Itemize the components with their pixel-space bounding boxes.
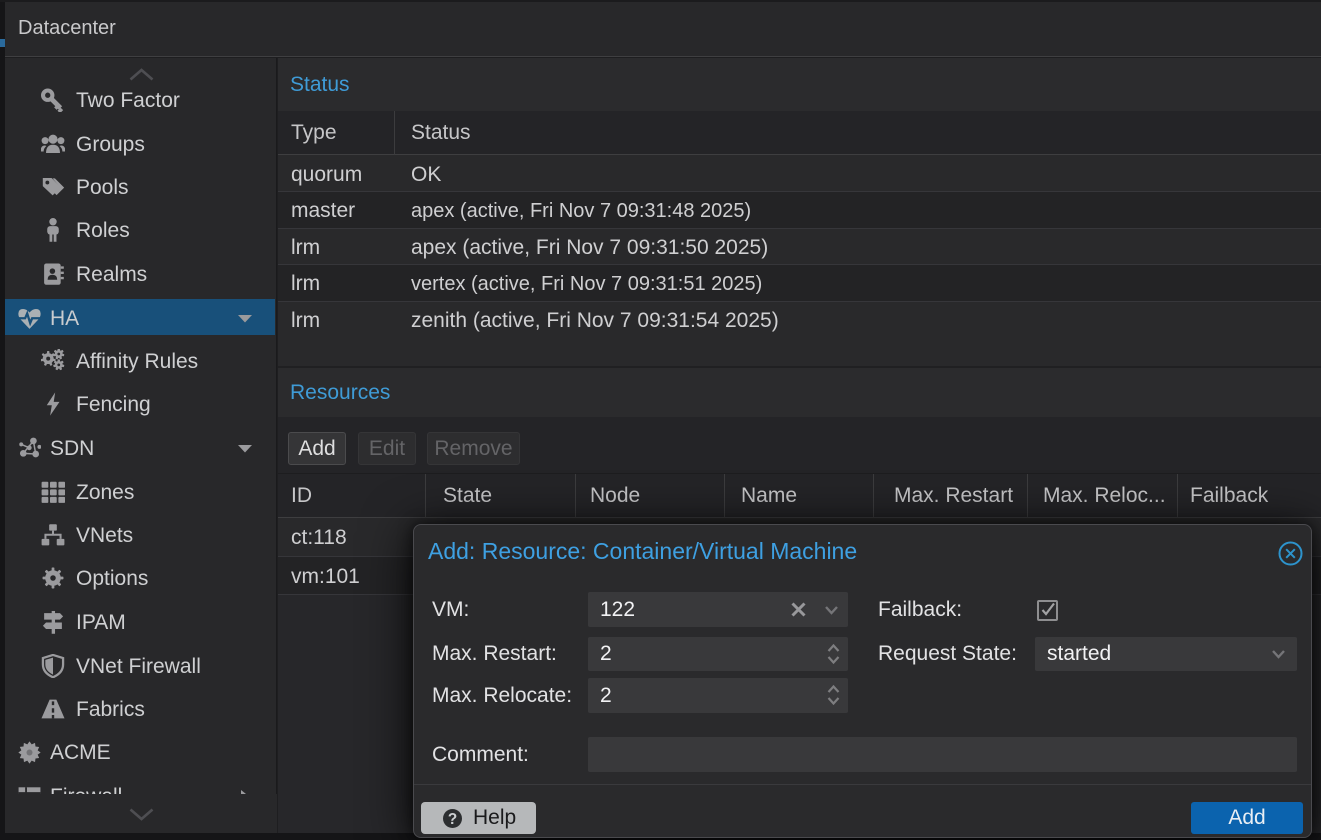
svg-text:?: ? (448, 811, 457, 828)
